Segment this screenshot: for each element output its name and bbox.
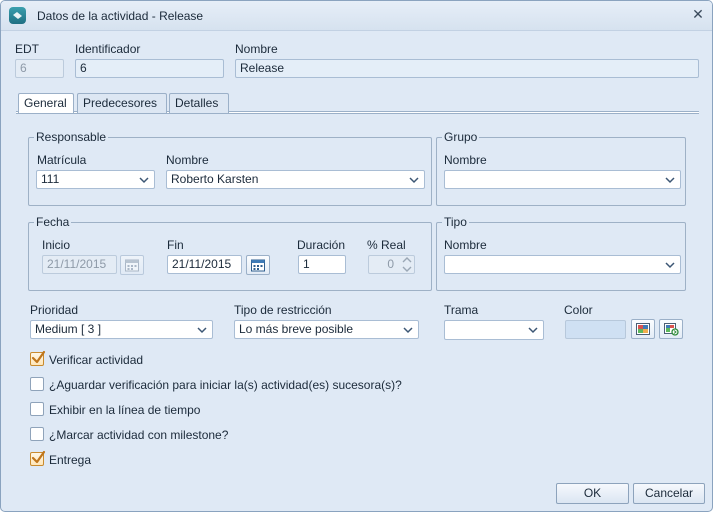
pick-color-button[interactable] (631, 319, 655, 339)
responsable-nombre-value: Roberto Karsten (171, 172, 259, 186)
window-title: Datos de la actividad - Release (37, 9, 204, 23)
checkmark-icon (31, 450, 46, 464)
chevron-down-icon (664, 174, 676, 186)
reset-color-button[interactable] (659, 319, 683, 339)
responsable-nombre-label: Nombre (166, 153, 209, 167)
id-field[interactable]: 6 (75, 59, 224, 78)
duracion-label: Duración (297, 238, 346, 252)
check-aguardar-label: ¿Aguardar verificación para iniciar la(s… (49, 378, 402, 392)
refresh-color-icon (664, 323, 679, 336)
id-label: Identificador (75, 42, 141, 56)
restriccion-value: Lo más breve posible (239, 322, 354, 336)
name-field[interactable]: Release (235, 59, 699, 78)
prioridad-select[interactable]: Medium [ 3 ] (30, 320, 213, 339)
name-label: Nombre (235, 42, 278, 56)
responsable-group-title: Responsable (34, 130, 109, 144)
checkbox[interactable] (30, 427, 44, 441)
tab-general[interactable]: General (18, 93, 74, 113)
chevron-down-icon (402, 324, 414, 336)
fin-field[interactable]: 21/11/2015 (167, 255, 242, 274)
edt-label: EDT (15, 42, 39, 56)
grupo-nombre-label: Nombre (444, 153, 487, 167)
duracion-field[interactable]: 1 (298, 255, 346, 274)
check-milestone-label: ¿Marcar actividad con milestone? (49, 428, 229, 442)
grupo-nombre-select[interactable] (444, 170, 681, 189)
fin-calendar-button[interactable] (246, 255, 270, 275)
chevron-down-icon (664, 259, 676, 271)
fecha-group-title: Fecha (34, 215, 72, 229)
prioridad-label: Prioridad (30, 303, 79, 317)
ok-button[interactable]: OK (556, 483, 629, 504)
responsable-nombre-select[interactable]: Roberto Karsten (166, 170, 425, 189)
close-icon[interactable]: ✕ (691, 7, 705, 21)
dialog-window: Datos de la actividad - Release ✕ EDT 6 … (0, 0, 713, 512)
prioridad-value: Medium [ 3 ] (35, 322, 102, 336)
restriccion-label: Tipo de restricción (234, 303, 332, 317)
calendar-icon (125, 259, 139, 272)
checkbox[interactable] (30, 377, 44, 391)
grupo-group-title: Grupo (442, 130, 480, 144)
checkbox[interactable] (30, 350, 46, 366)
inicio-label: Inicio (42, 238, 71, 252)
chevron-down-icon (527, 324, 539, 336)
fin-label: Fin (167, 238, 184, 252)
checkbox[interactable] (30, 450, 46, 466)
matricula-value: 111 (41, 172, 60, 186)
matricula-select[interactable]: 111 (36, 170, 155, 189)
checkbox[interactable] (30, 402, 44, 416)
tipo-group-title: Tipo (442, 215, 469, 229)
title-bar: Datos de la actividad - Release ✕ (1, 1, 712, 31)
color-swatch (565, 320, 626, 339)
app-icon (9, 7, 26, 24)
color-label: Color (564, 303, 593, 317)
calendar-icon (251, 259, 265, 272)
restriccion-select[interactable]: Lo más breve posible (234, 320, 419, 339)
chevron-down-icon (408, 174, 420, 186)
chevron-down-icon (138, 174, 150, 186)
tipo-nombre-label: Nombre (444, 238, 487, 252)
palette-icon (636, 323, 650, 335)
real-spinner (400, 255, 414, 274)
chevron-down-icon (196, 324, 208, 336)
edt-field: 6 (15, 59, 64, 78)
trama-label: Trama (444, 303, 479, 317)
checkmark-icon (31, 350, 46, 364)
trama-select[interactable] (444, 320, 544, 340)
inicio-field: 21/11/2015 (42, 255, 117, 274)
real-label: % Real (367, 238, 406, 252)
check-verificar-label: Verificar actividad (49, 353, 144, 367)
check-entrega-label: Entrega (49, 453, 92, 467)
check-exhibir-label: Exhibir en la línea de tiempo (49, 403, 201, 417)
cancel-button[interactable]: Cancelar (633, 483, 705, 504)
matricula-label: Matrícula (37, 153, 87, 167)
tab-predecesores[interactable]: Predecesores (77, 93, 167, 113)
tab-detalles[interactable]: Detalles (169, 93, 229, 113)
inicio-calendar-button (120, 255, 144, 275)
tipo-nombre-select[interactable] (444, 255, 681, 274)
